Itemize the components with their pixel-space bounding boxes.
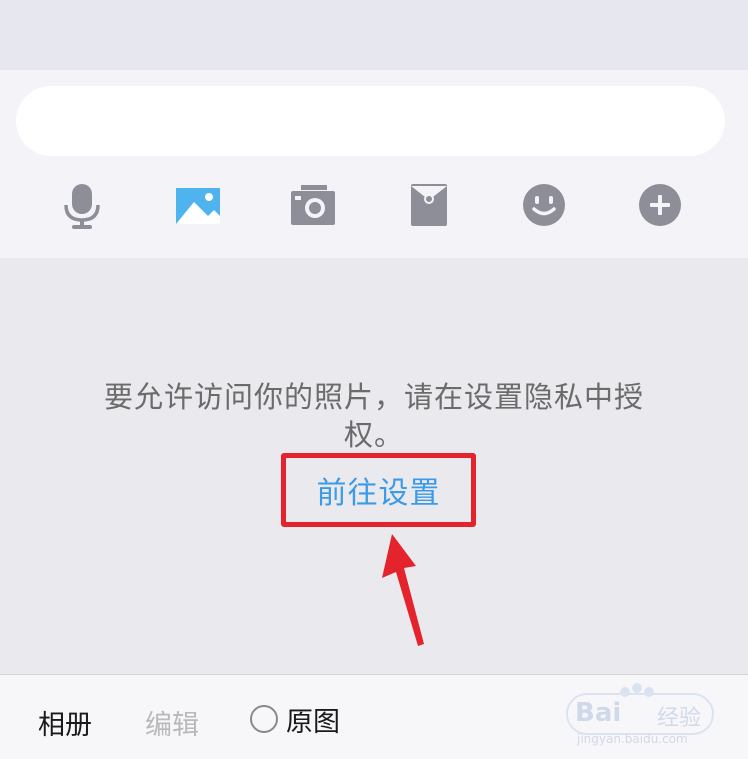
original-image-label: 原图 — [286, 706, 340, 738]
message-input[interactable] — [16, 86, 725, 156]
watermark-brand-cn: 经验 — [657, 706, 702, 731]
image-icon[interactable] — [170, 178, 226, 234]
original-image-toggle[interactable]: 原图 — [250, 701, 340, 738]
red-envelope-icon[interactable] — [401, 178, 457, 234]
permission-message: 要允许访问你的照片，请在设置隐私中授权。 — [103, 380, 644, 452]
annotation-arrow-icon — [382, 534, 424, 646]
radio-circle-icon — [250, 705, 278, 733]
composer-toolbar — [0, 178, 748, 234]
status-area — [0, 0, 748, 70]
watermark-url: jingyan.baidu.com — [577, 732, 688, 746]
smiley-icon[interactable] — [516, 178, 572, 234]
watermark-brand: Bai — [575, 698, 622, 728]
camera-icon[interactable] — [285, 178, 341, 234]
plus-circle-icon[interactable] — [632, 178, 688, 234]
album-button[interactable]: 相册 — [38, 703, 92, 742]
microphone-icon[interactable] — [54, 178, 110, 234]
edit-button[interactable]: 编辑 — [145, 703, 199, 742]
watermark: Bai 经验 jingyan.baidu.com — [565, 680, 715, 750]
go-to-settings-label: 前往设置 — [316, 476, 441, 511]
go-to-settings-link[interactable]: 前往设置 — [281, 453, 476, 527]
